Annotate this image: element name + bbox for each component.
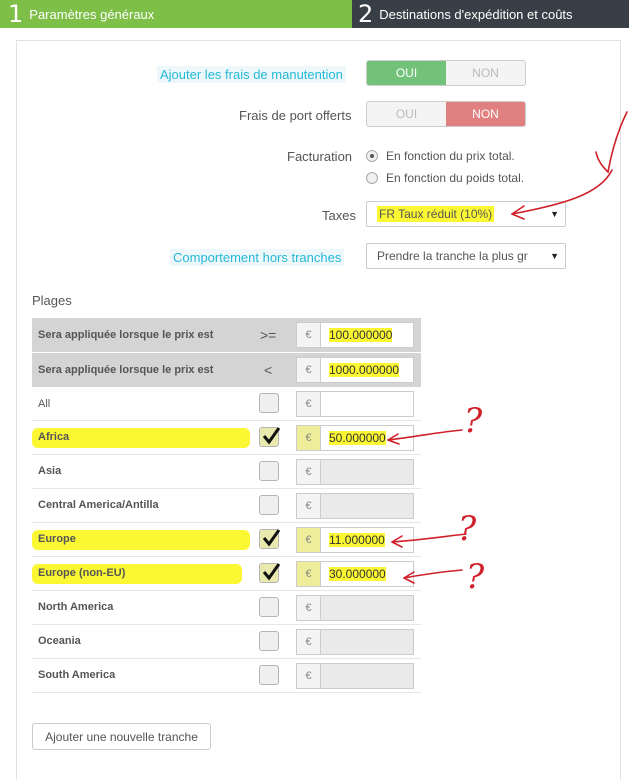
zone-name: North America <box>38 601 114 613</box>
handling-fees-label: Ajouter les frais de manutention <box>157 66 346 83</box>
zone-row: North America € <box>32 591 421 625</box>
zone-name: Europe (non-EU) <box>38 567 126 579</box>
billing-price-radio[interactable]: En fonction du prix total. <box>366 149 515 163</box>
zone-name: Africa <box>38 431 70 443</box>
currency-addon: € <box>296 663 320 689</box>
zone-price-input[interactable]: 50.000000 <box>320 425 414 451</box>
zone-checkbox[interactable] <box>259 427 281 447</box>
zone-checkbox[interactable] <box>259 563 281 583</box>
wizard-step-general-settings[interactable]: 1 Paramètres généraux <box>0 0 352 28</box>
currency-addon: € <box>296 629 320 655</box>
zone-row: Africa €50.000000 <box>32 421 421 455</box>
zone-price-input[interactable]: 11.000000 <box>320 527 414 553</box>
zone-row: Oceania € <box>32 625 421 659</box>
step-number: 2 <box>358 0 374 28</box>
zone-name: Europe <box>38 533 76 545</box>
radio-checked-icon <box>366 150 378 162</box>
zone-checkbox[interactable] <box>259 461 279 481</box>
tax-select[interactable]: FR Taux réduit (10%) ▼ <box>366 201 566 227</box>
all-zones-price-input[interactable] <box>320 391 414 417</box>
all-zones-row: All € <box>32 388 421 421</box>
zone-price-input[interactable] <box>320 663 414 689</box>
zone-checkbox[interactable] <box>259 597 279 617</box>
currency-addon: € <box>296 561 320 587</box>
range-header-row: Sera appliquée lorsque le prix est >= € … <box>32 318 421 353</box>
wizard-step-destinations[interactable]: 2 Destinations d'expédition et coûts <box>352 0 629 28</box>
range-operator: >= <box>260 327 277 343</box>
check-icon <box>262 427 281 445</box>
all-zones-checkbox[interactable] <box>259 393 279 413</box>
zone-price-input[interactable] <box>320 629 414 655</box>
zone-checkbox[interactable] <box>259 665 279 685</box>
handling-no-option[interactable]: NON <box>446 61 525 85</box>
free-no-option[interactable]: NON <box>446 102 525 126</box>
free-shipping-toggle[interactable]: OUI NON <box>366 101 526 127</box>
caret-down-icon: ▼ <box>550 209 559 219</box>
step-arrow <box>340 0 352 28</box>
currency-addon: € <box>296 595 320 621</box>
currency-addon: € <box>296 322 320 348</box>
handling-yes-option[interactable]: OUI <box>367 61 446 85</box>
step-label: Destinations d'expédition et coûts <box>379 6 573 22</box>
range-to-input[interactable]: 1000.000000 <box>320 357 414 383</box>
range-from-input[interactable]: 100.000000 <box>320 322 414 348</box>
tax-label: Taxes <box>322 208 356 223</box>
add-range-button[interactable]: Ajouter une nouvelle tranche <box>32 723 211 750</box>
range-condition-label: Sera appliquée lorsque le prix est <box>38 329 214 341</box>
range-to-value: 1000.000000 <box>329 363 400 377</box>
zone-name: Central America/Antilla <box>38 499 159 511</box>
billing-weight-label: En fonction du poids total. <box>386 171 525 185</box>
zone-name: South America <box>38 669 116 681</box>
currency-addon: € <box>296 527 320 553</box>
zone-checkbox[interactable] <box>259 495 279 515</box>
zone-name: Oceania <box>38 635 81 647</box>
zone-row: South America € <box>32 659 421 693</box>
billing-price-label: En fonction du prix total. <box>386 149 515 163</box>
zone-row: Europe €11.000000 <box>32 523 421 557</box>
all-zones-label: All <box>38 398 51 410</box>
billing-weight-radio[interactable]: En fonction du poids total. <box>366 171 524 185</box>
currency-addon: € <box>296 493 320 519</box>
zone-name: Asia <box>38 465 62 477</box>
caret-down-icon: ▼ <box>550 251 559 261</box>
range-operator: < <box>264 362 273 378</box>
check-icon <box>262 529 281 547</box>
zone-checkbox[interactable] <box>259 529 281 549</box>
zone-price-input[interactable] <box>320 493 414 519</box>
free-yes-option[interactable]: OUI <box>367 102 446 126</box>
zone-price-input[interactable] <box>320 595 414 621</box>
step-label: Paramètres généraux <box>29 6 155 22</box>
zone-checkbox[interactable] <box>259 631 279 651</box>
range-header-row: Sera appliquée lorsque le prix est < € 1… <box>32 353 421 388</box>
ranges-title: Plages <box>32 293 72 308</box>
range-condition-label: Sera appliquée lorsque le prix est <box>38 364 214 376</box>
zone-price-value: 30.000000 <box>329 567 386 581</box>
range-from-value: 100.000000 <box>329 328 393 342</box>
out-of-range-label: Comportement hors tranches <box>170 249 345 266</box>
radio-unchecked-icon <box>366 172 378 184</box>
currency-addon: € <box>296 391 320 417</box>
zone-price-input[interactable] <box>320 459 414 485</box>
out-of-range-value: Prendre la tranche la plus gr <box>377 249 528 263</box>
billing-label: Facturation <box>287 149 353 164</box>
zone-price-value: 11.000000 <box>329 533 385 547</box>
currency-addon: € <box>296 357 320 383</box>
currency-addon: € <box>296 459 320 485</box>
check-icon <box>262 563 281 581</box>
handling-fees-toggle[interactable]: OUI NON <box>366 60 526 86</box>
free-shipping-label: Frais de port offerts <box>239 108 352 123</box>
step-number: 1 <box>8 0 24 28</box>
currency-addon: € <box>296 425 320 451</box>
zone-price-input[interactable]: 30.000000 <box>320 561 414 587</box>
tax-select-value: FR Taux réduit (10%) <box>377 206 495 222</box>
zone-row: Asia € <box>32 455 421 489</box>
out-of-range-select[interactable]: Prendre la tranche la plus gr ▼ <box>366 243 566 269</box>
zone-row: Europe (non-EU) €30.000000 <box>32 557 421 591</box>
zone-price-value: 50.000000 <box>329 431 386 445</box>
zone-row: Central America/Antilla € <box>32 489 421 523</box>
